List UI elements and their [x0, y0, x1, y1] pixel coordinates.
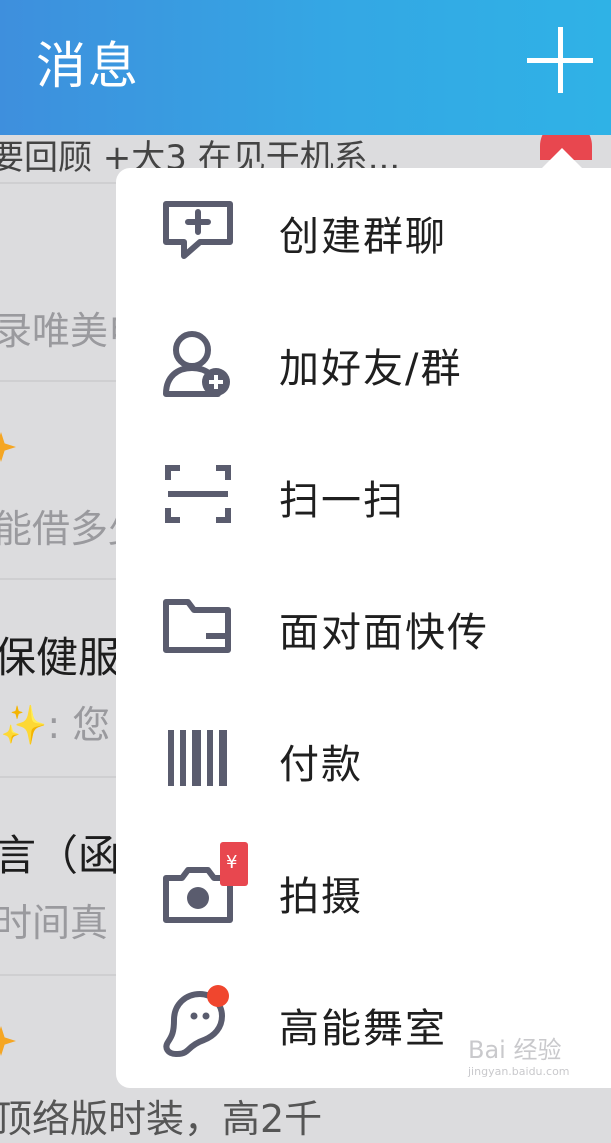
header-bar: 消息 — [0, 0, 611, 135]
menu-arrow — [540, 148, 584, 170]
menu-item-scan[interactable]: 扫一扫 — [116, 434, 611, 554]
scan-icon — [165, 465, 231, 523]
dance-ghost-icon — [163, 985, 229, 1057]
watermark-sub: jingyan.baidu.com — [468, 1065, 570, 1078]
red-packet-badge: ¥ — [220, 842, 248, 886]
menu-item-add-friend[interactable]: 加好友/群 — [116, 302, 611, 422]
star-icon — [0, 1026, 16, 1056]
plus-icon[interactable] — [527, 27, 593, 93]
folder-transfer-icon — [163, 599, 231, 653]
star-icon — [0, 432, 16, 462]
menu-item-label: 面对面快传 — [279, 610, 489, 656]
contact-name: 言（函 — [0, 831, 121, 880]
menu-item-label: 创建群聊 — [279, 214, 447, 260]
chat-add-icon — [163, 201, 233, 259]
menu-item-face-to-face-transfer[interactable]: 面对面快传 — [116, 566, 611, 686]
page-title: 消息 — [36, 37, 140, 95]
menu-item-create-group[interactable]: 创建群聊 — [116, 170, 611, 290]
menu-item-shoot[interactable]: ¥ 拍摄 — [116, 830, 611, 950]
message-preview: 顶络版时装，高2千 — [0, 1097, 323, 1141]
message-preview: 时间真 — [0, 901, 109, 945]
menu-item-label: 高能舞室 — [279, 1006, 447, 1052]
menu-item-label: 拍摄 — [279, 874, 363, 920]
menu-item-label: 扫一扫 — [279, 478, 405, 524]
watermark: Bai 经验 jingyan.baidu.com — [468, 1030, 570, 1078]
yuan-badge-text: ¥ — [226, 852, 238, 873]
add-friend-icon — [163, 331, 230, 397]
menu-item-pay[interactable]: 付款 — [116, 698, 611, 818]
contact-name: 保健服 — [0, 633, 121, 682]
watermark-text: Bai 经验 — [468, 1036, 562, 1064]
barcode-icon — [168, 730, 227, 786]
message-preview: ✨: 您 — [0, 703, 111, 747]
menu-item-label: 付款 — [279, 742, 363, 788]
plus-popup-menu: 创建群聊 加好友/群 扫一扫 面对面快传 付款 ¥ 拍摄 高能舞室 — [116, 168, 611, 1088]
menu-item-label: 加好友/群 — [279, 346, 463, 392]
